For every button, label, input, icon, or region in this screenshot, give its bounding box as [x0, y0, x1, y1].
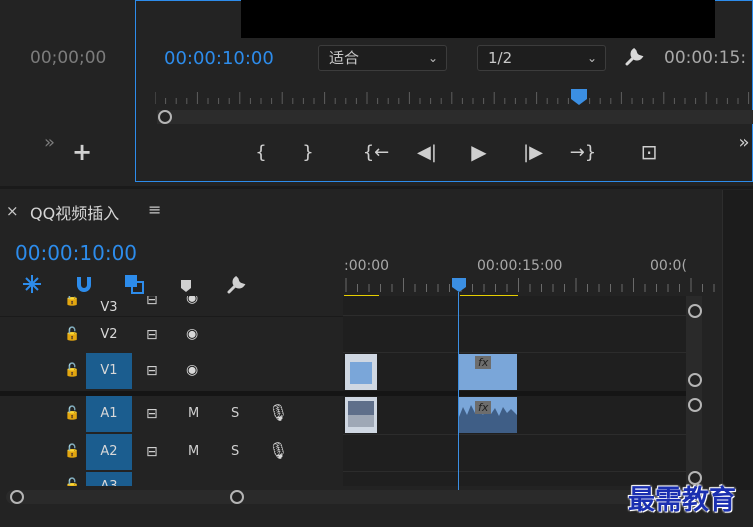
track-v1: 🔓 V1 ⊟ ◉	[0, 353, 343, 392]
microphone-icon[interactable]: 🎙	[268, 403, 288, 422]
track-name-a3[interactable]: A3	[86, 472, 132, 486]
step-back-button[interactable]: ◀|	[415, 143, 439, 163]
eye-icon[interactable]: ◉	[186, 326, 198, 342]
timeline-playhead-line	[458, 292, 459, 490]
solo-button[interactable]: S	[231, 406, 239, 421]
close-icon[interactable]: ×	[6, 202, 19, 220]
right-side-strip	[722, 190, 753, 490]
panel-menu-icon[interactable]: ≡	[148, 200, 161, 219]
track-name-a1[interactable]: A1	[86, 396, 132, 432]
fit-dropdown[interactable]: 适合 ⌄	[318, 45, 447, 71]
ruler-label-end: 00:0(	[650, 258, 687, 274]
mark-in-button[interactable]: {	[249, 143, 273, 163]
vscroll-v1-handle[interactable]	[688, 373, 702, 387]
horizontal-scrollbar[interactable]	[6, 490, 696, 504]
mute-button[interactable]: M	[188, 406, 199, 421]
play-button[interactable]: ▶	[467, 142, 491, 162]
snap-magnet-icon[interactable]	[74, 274, 94, 298]
hscroll-left-handle[interactable]	[10, 490, 24, 504]
mute-button[interactable]: M	[188, 444, 199, 459]
lock-icon[interactable]: 🔓	[64, 478, 80, 486]
go-to-in-button[interactable]: {←	[361, 143, 391, 163]
hscroll-right-handle[interactable]	[230, 490, 244, 504]
lock-icon[interactable]: 🔓	[64, 296, 80, 307]
chevron-down-icon: ⌄	[586, 51, 597, 65]
vscroll-a1-handle[interactable]	[688, 398, 702, 412]
audio-clip-1[interactable]	[345, 397, 377, 433]
track-name-v1[interactable]: V1	[86, 353, 132, 389]
fit-dropdown-value: 适合	[329, 49, 360, 67]
timeline-playhead[interactable]	[451, 277, 467, 297]
microphone-icon[interactable]: 🎙	[268, 441, 288, 460]
track-name-v2[interactable]: V2	[86, 317, 132, 353]
fx-badge: fx	[475, 401, 492, 414]
track-name-a2[interactable]: A2	[86, 434, 132, 470]
lock-icon[interactable]: 🔓	[64, 406, 80, 421]
track-a2: 🔓 A2 ⊟ M S 🎙	[0, 434, 343, 473]
track-content-area[interactable]: fx fx	[343, 296, 686, 486]
source-monitor-panel	[0, 0, 130, 185]
vertical-scrollbar[interactable]	[686, 296, 702, 490]
sync-lock-icon[interactable]: ⊟	[146, 296, 158, 308]
timeline-current-time[interactable]: 00:00:10:00	[15, 241, 137, 265]
lock-icon[interactable]: 🔓	[64, 327, 80, 342]
add-marker-icon[interactable]	[180, 278, 192, 297]
panel-divider	[0, 186, 753, 189]
lock-icon[interactable]: 🔓	[64, 444, 80, 459]
ruler-label-start: :00:00	[344, 258, 390, 274]
audio-clip-2[interactable]: fx	[459, 397, 517, 433]
program-zoom-scrollbar[interactable]	[157, 110, 753, 124]
track-a1: 🔓 A1 ⊟ M S 🎙	[0, 396, 343, 435]
zoom-handle-left[interactable]	[158, 110, 172, 124]
track-v3: 🔓 V3 ⊟ ◉	[0, 296, 343, 317]
export-frame-button[interactable]: ⊡	[634, 142, 664, 162]
watermark-logo: 最需教育	[628, 485, 736, 516]
go-to-out-button[interactable]: →}	[568, 143, 598, 163]
sync-lock-icon[interactable]: ⊟	[146, 444, 158, 460]
add-button[interactable]: +	[72, 140, 92, 164]
video-clip-1[interactable]	[345, 354, 377, 390]
sync-lock-icon[interactable]: ⊟	[146, 406, 158, 422]
more-transport-icon[interactable]: »	[732, 133, 753, 153]
program-current-time[interactable]: 00:00:10:00	[164, 48, 274, 69]
solo-button[interactable]: S	[231, 444, 239, 459]
track-area: 🔓 V3 ⊟ ◉ 🔓 V2 ⊟ ◉ 🔓 V1 ⊟ ◉ 🔓 A1 ⊟ M S 🎙 …	[0, 296, 686, 486]
source-timecode: 00;00;00	[30, 48, 107, 68]
timeline-ruler[interactable]: :00:00 00:00:15:00 00:0(	[344, 250, 722, 298]
sequence-tab[interactable]: QQ视频插入	[30, 200, 119, 224]
fx-badge: fx	[475, 356, 492, 369]
program-time-ruler[interactable]	[154, 88, 753, 108]
resolution-dropdown[interactable]: 1/2 ⌄	[477, 45, 606, 71]
ruler-label-mid: 00:00:15:00	[477, 258, 563, 274]
program-playhead[interactable]	[570, 88, 588, 110]
wrench-icon[interactable]	[624, 46, 646, 72]
resolution-dropdown-value: 1/2	[488, 49, 513, 67]
program-end-time: 00:00:15:	[664, 48, 747, 68]
lock-icon[interactable]: 🔓	[64, 363, 80, 378]
track-a3: 🔓 A3	[0, 472, 343, 486]
video-preview	[241, 0, 715, 38]
video-clip-2[interactable]: fx	[459, 354, 517, 390]
chevron-down-icon: ⌄	[427, 51, 438, 65]
track-v2: 🔓 V2 ⊟ ◉	[0, 317, 343, 356]
mark-out-button[interactable]: }	[296, 143, 320, 163]
vscroll-top-handle[interactable]	[688, 304, 702, 318]
sync-lock-icon[interactable]: ⊟	[146, 363, 158, 379]
eye-icon[interactable]: ◉	[186, 296, 198, 306]
step-forward-button[interactable]: |▶	[521, 143, 545, 163]
eye-icon[interactable]: ◉	[186, 362, 198, 378]
more-controls-icon[interactable]: »	[44, 132, 55, 153]
sync-lock-icon[interactable]: ⊟	[146, 327, 158, 343]
